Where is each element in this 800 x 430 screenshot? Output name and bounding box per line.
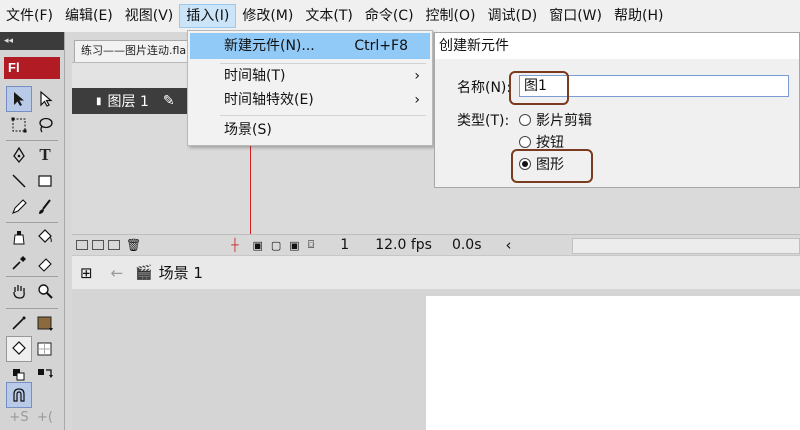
hand-icon[interactable] — [6, 278, 32, 304]
subselection-arrow-icon[interactable] — [32, 86, 58, 112]
submenu-arrow-icon: › — [414, 92, 420, 108]
menu-item-label: 新建元件(N)... — [224, 38, 315, 54]
menu-text[interactable]: 文本(T) — [299, 4, 358, 28]
radio-unchecked-icon — [519, 136, 531, 148]
lasso-icon[interactable] — [32, 112, 58, 138]
menu-item-new-symbol[interactable]: 新建元件(N)... Ctrl+F8 — [190, 33, 430, 59]
zoom-icon[interactable] — [32, 278, 58, 304]
menu-view[interactable]: 视图(V) — [119, 4, 180, 28]
menu-item-shortcut: Ctrl+F8 — [354, 38, 408, 54]
tool-divider — [6, 276, 58, 277]
pen-icon[interactable] — [6, 142, 32, 168]
menu-item-timeline-effects[interactable]: 时间轴特效(E) › — [190, 87, 430, 113]
scroll-left-icon[interactable]: ‹ — [506, 236, 512, 254]
tool-divider — [6, 222, 58, 223]
document-tab-strip: 练习——图片连动.fla — [66, 32, 192, 62]
menu-window[interactable]: 窗口(W) — [543, 4, 608, 28]
menu-item-label: 时间轴特效(E) — [224, 92, 314, 108]
rectangle-icon[interactable] — [32, 168, 58, 194]
timeline-scrollbar[interactable] — [572, 238, 800, 254]
menu-commands[interactable]: 命令(C) — [359, 4, 420, 28]
current-frame: 1 — [340, 237, 350, 253]
menu-insert[interactable]: 插入(I) — [179, 4, 237, 28]
menu-item-scene[interactable]: 场景(S) — [190, 117, 430, 143]
free-transform-icon[interactable] — [6, 112, 32, 138]
text-tool-icon[interactable]: T — [32, 142, 58, 168]
fill-color-icon[interactable] — [6, 336, 32, 362]
timeline-toggle-icon[interactable]: ⊞ — [80, 264, 93, 282]
selection-arrow-icon[interactable] — [6, 86, 32, 112]
fill-color-swatch[interactable] — [32, 336, 58, 362]
type-radio-movie-clip[interactable]: 影片剪辑 — [519, 110, 592, 130]
panel-collapse-icon[interactable]: ◂◂ — [0, 32, 64, 50]
menu-debug[interactable]: 调试(D) — [482, 4, 544, 28]
menu-item-timeline[interactable]: 时间轴(T) › — [190, 63, 430, 89]
modify-markers-icon[interactable]: ⌼ — [308, 238, 315, 252]
menu-control[interactable]: 控制(O) — [420, 4, 482, 28]
layer-name[interactable]: 图层 1 — [108, 91, 149, 111]
ink-bottle-icon[interactable] — [6, 224, 32, 250]
menu-item-label: 时间轴(T) — [224, 68, 286, 84]
elapsed-time: 0.0s — [451, 237, 482, 253]
paint-bucket-icon[interactable] — [32, 224, 58, 250]
insert-menu-dropdown: 新建元件(N)... Ctrl+F8 时间轴(T) › 时间轴特效(E) › 场… — [187, 30, 433, 146]
menu-item-label: 场景(S) — [224, 122, 272, 138]
annotation-circle-name — [509, 71, 569, 105]
fill-color-tools — [6, 336, 58, 362]
type-label: 类型(T): — [457, 113, 510, 129]
menu-bar: 文件(F) 编辑(E) 视图(V) 插入(I) 修改(M) 文本(T) 命令(C… — [0, 0, 800, 33]
view-tools — [6, 278, 58, 304]
edit-bar: ⊞ ← 🎬 场景 1 — [72, 255, 800, 290]
timeline-status-bar: 🗑 ┼ ▣ ▢ ▣ ⌼ 1 12.0 fps 0.0s ‹ — [72, 234, 800, 255]
straighten-icon[interactable]: +( — [32, 404, 58, 430]
edit-pencil-icon: ✎ — [162, 93, 175, 109]
create-symbol-dialog: 创建新元件 名称(N): 图1 类型(T): 影片剪辑 按钮 图形 — [434, 32, 800, 188]
eraser-icon[interactable] — [32, 250, 58, 276]
radio-unchecked-icon — [519, 114, 531, 126]
name-label: 名称(N): — [457, 80, 512, 96]
scene-label[interactable]: 场景 1 — [159, 262, 203, 283]
stroke-color-swatch[interactable] — [32, 310, 58, 336]
eyedropper-icon[interactable] — [6, 250, 32, 276]
tool-divider — [6, 140, 58, 141]
brush-icon[interactable] — [32, 194, 58, 220]
drawing-tools: T — [6, 142, 58, 220]
selection-tools — [6, 86, 58, 138]
line-icon[interactable] — [6, 168, 32, 194]
tool-divider — [6, 308, 58, 309]
document-tab[interactable]: 练习——图片连动.fla — [74, 40, 192, 62]
menu-file[interactable]: 文件(F) — [0, 4, 59, 28]
add-motion-guide-icon[interactable] — [92, 240, 104, 250]
frame-rate: 12.0 fps — [375, 237, 432, 253]
back-arrow-icon[interactable]: ← — [111, 264, 124, 282]
layer-page-icon: ▮ — [96, 95, 102, 107]
annotation-circle-graphic — [511, 149, 593, 183]
menu-divider — [220, 115, 426, 116]
insert-layer-icon[interactable] — [76, 240, 88, 250]
pencil-icon[interactable] — [6, 194, 32, 220]
disabled-tools: +S +( — [6, 404, 58, 430]
stroke-color-icon[interactable] — [6, 310, 32, 336]
onion-skin-icon[interactable]: ▣ — [252, 239, 262, 252]
dialog-title: 创建新元件 — [435, 33, 799, 59]
menu-help[interactable]: 帮助(H) — [608, 4, 669, 28]
radio-label: 影片剪辑 — [536, 113, 592, 129]
insert-layer-folder-icon[interactable] — [108, 240, 120, 250]
color-tools — [6, 310, 58, 336]
tools-panel: ◂◂ Fl T +S +( — [0, 32, 65, 430]
center-frame-icon[interactable]: ┼ — [231, 238, 238, 252]
trash-icon[interactable]: 🗑 — [126, 238, 141, 252]
stage-canvas[interactable] — [426, 296, 800, 430]
smooth-icon[interactable]: +S — [6, 404, 32, 430]
menu-modify[interactable]: 修改(M) — [236, 4, 299, 28]
timeline-header — [72, 62, 190, 90]
flash-logo: Fl — [4, 57, 60, 79]
scene-clapper-icon: 🎬 — [135, 264, 153, 281]
submenu-arrow-icon: › — [414, 68, 420, 84]
onion-outline-icon[interactable]: ▢ — [271, 239, 281, 252]
menu-edit[interactable]: 编辑(E) — [59, 4, 119, 28]
edit-multiple-frames-icon[interactable]: ▣ — [289, 239, 299, 252]
fill-tools — [6, 224, 58, 276]
